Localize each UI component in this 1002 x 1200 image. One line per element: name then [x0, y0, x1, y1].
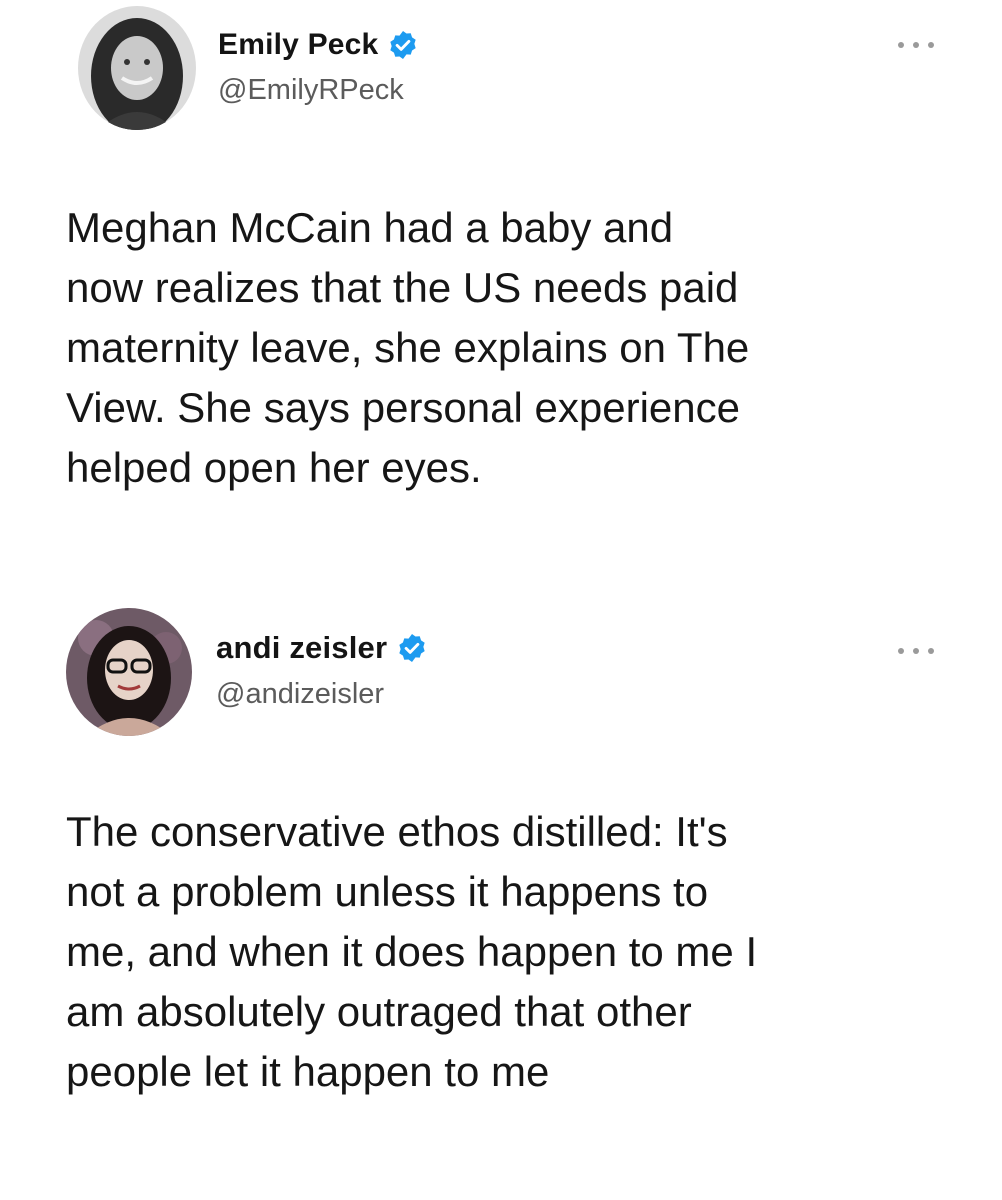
tweet-card-andi-zeisler[interactable]: andi zeisler @andizeisler The conservati… [0, 600, 1002, 1200]
tweet-text-line: am absolutely outraged that other [66, 988, 692, 1035]
tweet-text-line: The conservative ethos distilled: It's [66, 808, 728, 855]
display-name[interactable]: andi zeisler [216, 630, 387, 666]
author-handle[interactable]: @EmilyRPeck [218, 74, 404, 107]
display-name[interactable]: Emily Peck [218, 28, 378, 62]
verified-badge-icon [387, 29, 419, 61]
tweet-text-line: me, and when it does happen to me I [66, 928, 758, 975]
more-options-icon[interactable] [898, 646, 934, 656]
avatar[interactable] [66, 608, 192, 736]
tweet-text-line: now realizes that the US needs paid [66, 264, 739, 311]
tweet-card-emily-peck[interactable]: Emily Peck @EmilyRPeck Meghan McCain had… [0, 0, 1002, 600]
profile-photo-icon [78, 6, 196, 130]
tweet-text-line: maternity leave, she explains on The [66, 324, 750, 371]
author-name-row: andi zeisler [216, 626, 428, 670]
tweet-text-line: View. She says personal experience [66, 384, 740, 431]
tweet-text-line: people let it happen to me [66, 1048, 550, 1095]
tweet-text-line: not a problem unless it happens to [66, 868, 709, 915]
tweet-text: Meghan McCain had a baby and now realize… [66, 198, 966, 498]
tweet-text-line: Meghan McCain had a baby and [66, 204, 674, 251]
more-options-icon[interactable] [898, 40, 934, 50]
tweet-text-line: helped open her eyes. [66, 444, 482, 491]
author-name-row: Emily Peck [218, 24, 419, 66]
profile-photo-icon [66, 608, 192, 736]
tweet-text: The conservative ethos distilled: It's n… [66, 802, 966, 1102]
author-handle[interactable]: @andizeisler [216, 678, 384, 711]
verified-badge-icon [396, 632, 428, 664]
avatar[interactable] [78, 6, 196, 130]
